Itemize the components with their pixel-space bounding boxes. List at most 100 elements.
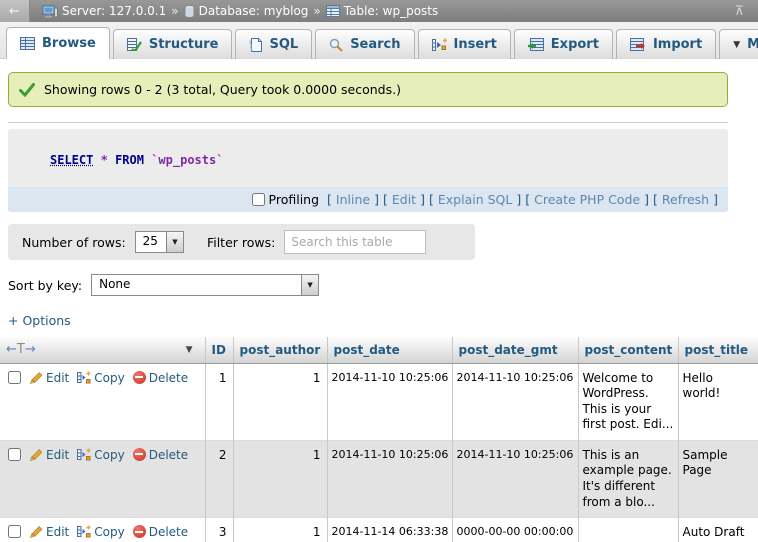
column-header-id[interactable]: ID	[205, 337, 233, 363]
bracket: [	[429, 192, 434, 207]
bracket: ]	[420, 192, 425, 207]
sort-direction-icon[interactable]: ▼	[186, 345, 193, 355]
tab-sql[interactable]: SQL	[235, 29, 312, 59]
sql-query-display: SELECT * FROM `wp_posts`	[8, 129, 728, 187]
tab-import[interactable]: Import	[616, 29, 716, 59]
cell-post-date: 2014-11-14 06:33:38	[327, 518, 452, 542]
delete-row-link[interactable]: Delete	[133, 371, 188, 385]
cell-post-title: Hello world!	[678, 363, 758, 440]
tab-sql-label: SQL	[269, 37, 298, 52]
copy-row-link[interactable]: Copy	[77, 371, 124, 385]
edit-row-link[interactable]: Edit	[30, 371, 69, 385]
browse-icon	[20, 37, 35, 50]
nav-panel-back-button[interactable]: ←	[0, 0, 30, 22]
back-arrow-icon: ←	[9, 4, 20, 19]
bracket: [	[653, 192, 658, 207]
breadcrumb-database[interactable]: Database: myblog	[184, 4, 309, 18]
column-header-post-date[interactable]: post_date	[327, 337, 452, 363]
import-icon	[630, 38, 646, 51]
search-icon	[329, 38, 343, 52]
export-icon	[528, 38, 544, 51]
options-toggle-link[interactable]: + Options	[8, 313, 71, 328]
sort-by-key-select[interactable]: None ▼	[91, 274, 319, 296]
tab-structure[interactable]: Structure	[113, 29, 233, 59]
delete-row-link[interactable]: Delete	[133, 525, 188, 539]
tab-bar: Browse Structure SQL Search Insert Expor…	[0, 22, 758, 59]
cell-post-date-gmt: 2014-11-10 10:25:06	[452, 440, 578, 517]
copy-icon	[77, 371, 91, 384]
breadcrumb-bar: ← Server: 127.0.0.1 » Database: myblog »…	[0, 0, 758, 22]
bracket: [	[525, 192, 530, 207]
database-icon	[184, 5, 195, 18]
column-header-post-title[interactable]: post_title	[678, 337, 758, 363]
pencil-icon	[30, 525, 43, 538]
cell-post-author: 1	[233, 518, 327, 542]
breadcrumb-server-label: Server: 127.0.0.1	[62, 4, 166, 18]
sql-star: *	[101, 153, 108, 167]
pencil-icon	[30, 371, 43, 384]
sql-table-ref: `wp_posts`	[151, 153, 223, 167]
profiling-label[interactable]: Profiling	[269, 192, 320, 207]
filter-rows-input[interactable]	[284, 230, 426, 254]
number-of-rows-select[interactable]: 25 ▼	[135, 231, 184, 253]
edit-query-link[interactable]: Edit	[392, 192, 416, 207]
breadcrumb-table[interactable]: Table: wp_posts	[326, 4, 439, 18]
cell-post-author: 1	[233, 440, 327, 517]
delete-row-link[interactable]: Delete	[133, 448, 188, 462]
cell-post-content: This is an example page. It's different …	[578, 440, 678, 517]
cell-post-content	[578, 518, 678, 542]
tab-more[interactable]: ▼ More	[719, 29, 758, 59]
profiling-checkbox[interactable]	[252, 193, 265, 206]
bracket: ]	[374, 192, 379, 207]
copy-row-link[interactable]: Copy	[77, 448, 124, 462]
tab-import-label: Import	[653, 37, 702, 52]
collapse-header-icon[interactable]: ⊼	[734, 4, 744, 19]
delete-icon	[133, 371, 146, 384]
table-row: EditCopyDelete 2 1 2014-11-10 10:25:06 2…	[0, 440, 758, 517]
tab-more-label: More	[747, 37, 758, 52]
edit-row-link[interactable]: Edit	[30, 448, 69, 462]
row-checkbox[interactable]	[8, 371, 21, 384]
column-header-post-date-gmt[interactable]: post_date_gmt	[452, 337, 578, 363]
cell-post-date-gmt: 0000-00-00 00:00:00	[452, 518, 578, 542]
cell-post-date: 2014-11-10 10:25:06	[327, 363, 452, 440]
tab-browse[interactable]: Browse	[6, 27, 110, 59]
row-checkbox[interactable]	[8, 525, 21, 538]
tab-search[interactable]: Search	[315, 29, 414, 59]
inline-link[interactable]: Inline	[336, 192, 370, 207]
row-actions-cell: Edit Copy Delete	[0, 518, 205, 542]
status-message-text: Showing rows 0 - 2 (3 total, Query took …	[44, 82, 401, 97]
row-checkbox[interactable]	[8, 448, 21, 461]
column-order-icon[interactable]: ←T→	[6, 342, 36, 357]
explain-sql-link[interactable]: Explain SQL	[438, 192, 512, 207]
sql-keyword-select[interactable]: SELECT	[50, 153, 93, 167]
refresh-link[interactable]: Refresh	[662, 192, 709, 207]
delete-icon	[133, 448, 146, 461]
sql-icon	[249, 38, 262, 52]
column-header-post-content[interactable]: post_content	[578, 337, 678, 363]
copy-row-link[interactable]: Copy	[77, 525, 124, 539]
delete-icon	[133, 525, 146, 538]
breadcrumb-server[interactable]: Server: 127.0.0.1	[42, 4, 166, 18]
breadcrumb: Server: 127.0.0.1 » Database: myblog » T…	[42, 4, 438, 18]
sort-by-key-label: Sort by key:	[8, 278, 82, 293]
dropdown-arrow-icon: ▼	[307, 281, 312, 289]
structure-icon	[127, 38, 142, 51]
create-php-code-link[interactable]: Create PHP Code	[534, 192, 640, 207]
copy-icon	[77, 448, 91, 461]
cell-post-content: Welcome to WordPress. This is your first…	[578, 363, 678, 440]
cell-post-title: Auto Draft	[678, 518, 758, 542]
tab-insert[interactable]: Insert	[418, 29, 511, 59]
copy-icon	[77, 525, 91, 538]
more-dropdown-icon: ▼	[733, 40, 740, 50]
edit-row-link[interactable]: Edit	[30, 525, 69, 539]
status-message: Showing rows 0 - 2 (3 total, Query took …	[8, 72, 728, 107]
rows-control-bar: Number of rows: 25 ▼ Filter rows:	[8, 224, 475, 260]
column-header-post-author[interactable]: post_author	[233, 337, 327, 363]
results-table: ←T→ ▼ ID post_author post_date post_date…	[0, 337, 758, 542]
tab-browse-label: Browse	[42, 36, 96, 51]
tab-export[interactable]: Export	[514, 29, 613, 59]
table-icon	[326, 5, 340, 17]
cell-post-date-gmt: 2014-11-10 10:25:06	[452, 363, 578, 440]
breadcrumb-separator: »	[171, 4, 178, 18]
